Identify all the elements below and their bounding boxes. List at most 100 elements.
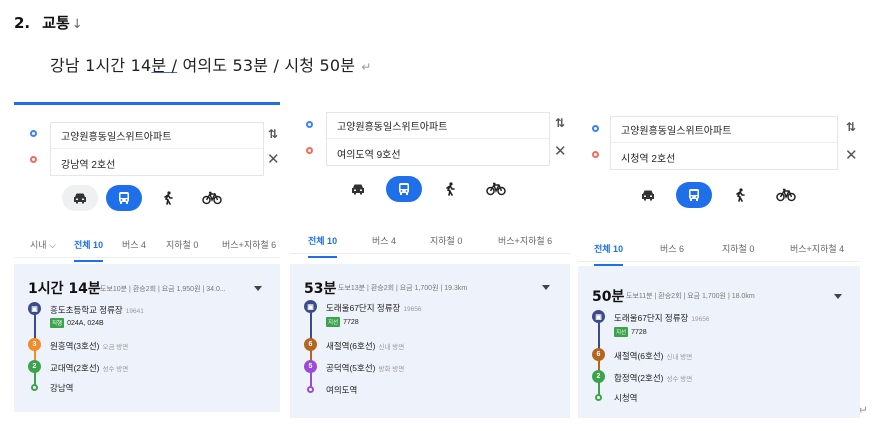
destination-field[interactable]: 강남역 2호선 [51,150,263,176]
line2-icon: 2 [28,360,41,373]
tab-bus-subway[interactable]: 버스+지하철 4 [790,242,844,255]
bus-stop-name: 도래울67단지 정류장 19656 [614,313,710,323]
summary-part-c: 여의도 53분 / 시청 50분 [177,56,356,75]
bus-icon [119,192,129,204]
expand-caret-icon[interactable] [834,294,842,299]
origin-dot-icon [592,125,599,132]
bus-mode-button[interactable] [386,176,422,202]
swap-icon[interactable]: ⇅ [846,120,856,134]
section-title: 교통 [42,14,70,32]
close-icon[interactable]: ✕ [845,146,858,164]
route-result-card[interactable]: 50분 도보11분 | 환승2회 | 요금 1,700원 | 18.0km ▣ … [578,266,860,418]
tab-bus[interactable]: 버스 6 [660,242,684,255]
car-icon [352,184,364,195]
line3-icon: 3 [28,338,41,351]
tab-city[interactable]: 시내 ⌵ [30,238,56,251]
expand-caret-icon[interactable] [254,286,262,291]
tab-subway[interactable]: 지하철 0 [430,234,462,247]
bike-mode-button[interactable] [768,182,804,208]
route-input-box: 고양원흥동일스위트아파트 강남역 2호선 [50,122,264,176]
car-mode-button[interactable] [340,176,376,202]
walk-mode-button[interactable] [150,185,186,211]
tab-subway[interactable]: 지하철 0 [722,242,754,255]
car-icon [642,190,654,201]
bus-mode-button[interactable] [676,182,712,208]
route-input-box: 고양원흥동일스위트아파트 시청역 2호선 [610,116,838,170]
origin-dot-icon [306,121,313,128]
paragraph-mark-icon: ↓ [71,17,83,32]
tab-subway[interactable]: 지하철 0 [166,238,198,251]
origin-field[interactable]: 고양원흥동일스위트아파트 [611,117,837,143]
bus-icon [689,189,699,201]
origin-field[interactable]: 고양원흥동일스위트아파트 [51,123,263,149]
route-result-card[interactable]: 1시간 14분 도보10분 | 환승2회 | 요금 1,950원 | 34.0.… [14,264,280,412]
car-mode-button[interactable] [630,182,666,208]
panel-top-bar [14,102,280,105]
section-number: 2. [14,14,31,32]
bike-icon [486,182,506,196]
expand-caret-icon[interactable] [542,285,550,290]
tab-bus-subway[interactable]: 버스+지하철 6 [498,234,552,247]
origin-field[interactable]: 고양원흥동일스위트아파트 [327,113,549,139]
filter-tabs: 전체 10 버스 4 지하철 0 버스+지하철 6 [290,226,570,258]
bike-icon [202,191,222,205]
tab-bus[interactable]: 버스 4 [122,238,146,251]
bus-number-tag: 지선 7728 [614,327,647,337]
bike-icon [776,188,796,202]
line5-icon: 5 [304,360,317,373]
car-mode-button[interactable] [62,185,98,211]
close-icon[interactable]: ✕ [267,150,280,168]
return-mark-icon: ↵ [361,60,372,74]
walk-mode-button[interactable] [722,182,758,208]
bike-mode-button[interactable] [478,176,514,202]
destination-field[interactable]: 시청역 2호선 [611,144,837,170]
route-duration: 1시간 14분 [28,281,101,297]
route-line-bus [34,314,36,340]
commute-summary: 강남 1시간 14분 / 여의도 53분 / 시청 50분 ↵ [50,52,371,76]
route-duration: 50분 [592,289,625,305]
route-panel-yeouido: 고양원흥동일스위트아파트 여의도역 9호선 ⇅ ✕ 전체 10 버스 4 지하철… [290,100,570,418]
tab-all[interactable]: 전체 10 [74,238,104,262]
swap-icon[interactable]: ⇅ [555,116,565,130]
tab-all[interactable]: 전체 10 [594,242,624,266]
route-result-card[interactable]: 53분 도보13분 | 환승2회 | 요금 1,700원 | 19.3km ▣ … [290,264,570,418]
bus-number-tag: 직행 024A, 024B [50,318,104,328]
line6-icon: 6 [304,338,317,351]
summary-part-b: 분 / [151,56,178,75]
bus-stop-name: 도래울67단지 정류장 19656 [326,303,422,313]
route-meta: 도보13분 | 환승2회 | 요금 1,700원 | 19.3km [338,285,468,292]
bus-mode-button[interactable] [106,185,142,211]
close-icon[interactable]: ✕ [554,142,567,160]
section-heading: 2. 교통 ↓ [14,12,83,33]
summary-part-a: 강남 1시간 14 [50,56,152,75]
tab-bus-subway[interactable]: 버스+지하철 6 [222,238,276,251]
bus-icon [399,183,409,195]
walk-mode-button[interactable] [432,176,468,202]
end-dot-icon [31,384,38,391]
transfer-stop: 교대역(2호선) 성수 방면 [50,363,129,373]
tab-all[interactable]: 전체 10 [308,234,338,258]
bus-number-tag: 지선 7728 [326,317,359,327]
transfer-stop: 새절역(6호선) 신내 방면 [614,351,693,361]
bus-stop-icon: ▣ [304,300,317,313]
transfer-stop: 합정역(2호선) 성수 방면 [614,373,693,383]
bus-stop-name: 흥도초등학교 정류장 19641 [50,305,144,315]
swap-icon[interactable]: ⇅ [268,127,278,141]
end-dot-icon [307,386,314,393]
end-dot-icon [595,394,602,401]
destination-dot-icon [592,151,599,158]
bike-mode-button[interactable] [194,185,230,211]
origin-dot-icon [30,130,37,137]
route-line-bus [598,322,600,350]
walk-icon [736,188,745,202]
bus-stop-icon: ▣ [28,302,41,315]
tab-bus[interactable]: 버스 4 [372,234,396,247]
route-input-box: 고양원흥동일스위트아파트 여의도역 9호선 [326,112,550,166]
route-meta: 도보10분 | 환승2회 | 요금 1,950원 | 34.0... [100,286,226,293]
route-panel-cityhall: 고양원흥동일스위트아파트 시청역 2호선 ⇅ ✕ 전체 10 버스 6 지하철 … [578,108,860,418]
walk-icon [446,182,455,196]
route-line-bus [310,312,312,340]
destination-field[interactable]: 여의도역 9호선 [327,140,549,166]
filter-tabs: 시내 ⌵ 전체 10 버스 4 지하철 0 버스+지하철 6 [14,230,280,262]
line2-icon: 2 [592,370,605,383]
